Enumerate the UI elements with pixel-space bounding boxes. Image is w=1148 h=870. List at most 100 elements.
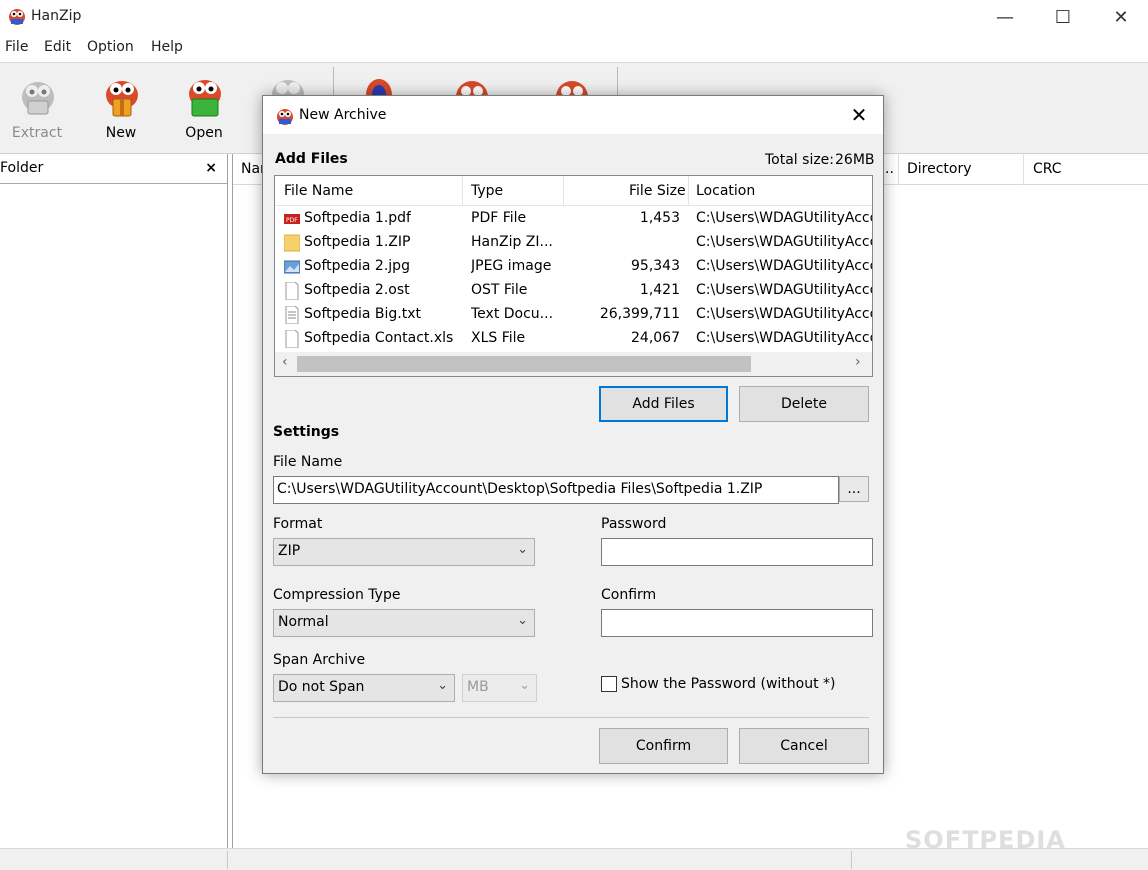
column-truncated[interactable]: .. xyxy=(885,161,894,177)
add-files-button[interactable]: Add Files xyxy=(599,386,728,422)
menu-option[interactable]: Option xyxy=(87,39,134,55)
folder-panel: Folder × xyxy=(0,154,228,848)
compression-type-select[interactable]: Normal ⌄ xyxy=(273,609,535,637)
file-type: HanZip ZI... xyxy=(471,234,553,250)
file-row[interactable]: Softpedia 1.ZIP HanZip ZI... C:\Users\WD… xyxy=(275,231,872,255)
blank-file-icon xyxy=(285,330,299,348)
confirm-button[interactable]: Confirm xyxy=(599,728,728,764)
password-field[interactable] xyxy=(601,538,873,566)
new-button[interactable]: New xyxy=(86,73,156,145)
menu-help[interactable]: Help xyxy=(151,39,183,55)
extract-label: Extract xyxy=(11,125,63,141)
new-label: New xyxy=(105,125,137,141)
file-list[interactable]: File Name Type File Size Location PDF So… xyxy=(274,175,873,377)
file-name: Softpedia Contact.xls xyxy=(304,330,454,346)
show-password-checkbox[interactable] xyxy=(601,676,617,692)
chevron-down-icon: ⌄ xyxy=(437,678,448,693)
status-separator xyxy=(227,851,228,869)
menu-edit[interactable]: Edit xyxy=(44,39,71,55)
column-separator xyxy=(462,176,463,206)
column-directory[interactable]: Directory xyxy=(907,161,972,177)
file-row[interactable]: Softpedia Big.txt Text Docu... 26,399,71… xyxy=(275,303,872,327)
softpedia-watermark: SOFTPEDIA xyxy=(905,826,1066,854)
maximize-button[interactable]: ☐ xyxy=(1034,0,1092,34)
total-size-label: Total size: xyxy=(765,152,835,168)
file-type: OST File xyxy=(471,282,528,298)
span-unit-select: MB ⌄ xyxy=(462,674,537,702)
show-password-label[interactable]: Show the Password (without *) xyxy=(621,676,836,692)
extract-icon xyxy=(22,82,54,115)
column-crc[interactable]: CRC xyxy=(1033,161,1062,177)
chevron-down-icon: ⌄ xyxy=(517,542,528,557)
file-type: JPEG image xyxy=(471,258,552,274)
file-name-label: File Name xyxy=(273,454,343,470)
file-name: Softpedia 2.ost xyxy=(304,282,410,298)
menu-file[interactable]: File xyxy=(5,39,28,55)
svg-text:PDF: PDF xyxy=(286,217,298,224)
file-list-header: File Name Type File Size Location xyxy=(275,176,872,206)
file-location: C:\Users\WDAGUtilityAccc xyxy=(696,330,872,346)
minimize-button[interactable]: — xyxy=(976,0,1034,34)
file-size: 1,453 xyxy=(639,210,680,226)
text-file-icon xyxy=(285,306,299,324)
horizontal-scrollbar[interactable]: ‹ › xyxy=(275,352,872,376)
file-type: Text Docu... xyxy=(471,306,554,322)
folder-panel-title: Folder xyxy=(0,160,44,176)
file-type: PDF File xyxy=(471,210,527,226)
compression-type-value: Normal xyxy=(278,614,329,630)
span-unit-value: MB xyxy=(467,679,489,695)
column-type[interactable]: Type xyxy=(471,183,503,199)
column-file-name[interactable]: File Name xyxy=(284,183,353,199)
file-name: Softpedia 2.jpg xyxy=(304,258,410,274)
file-location: C:\Users\WDAGUtilityAccc xyxy=(696,210,872,226)
file-size: 1,421 xyxy=(639,282,680,298)
file-type: XLS File xyxy=(471,330,526,346)
column-separator xyxy=(688,176,689,206)
column-separator xyxy=(1023,154,1024,185)
file-row[interactable]: Softpedia 2.ost OST File 1,421 C:\Users\… xyxy=(275,279,872,303)
file-location: C:\Users\WDAGUtilityAccc xyxy=(696,306,872,322)
close-button[interactable]: ✕ xyxy=(1092,0,1148,34)
extract-button[interactable]: Extract xyxy=(2,73,72,145)
dialog-close-icon[interactable]: ✕ xyxy=(847,103,871,127)
format-select[interactable]: ZIP ⌄ xyxy=(273,538,535,566)
delete-button[interactable]: Delete xyxy=(739,386,869,422)
span-archive-label: Span Archive xyxy=(273,652,366,668)
file-row[interactable]: Softpedia 2.jpg JPEG image 95,343 C:\Use… xyxy=(275,255,872,279)
chevron-down-icon: ⌄ xyxy=(517,613,528,628)
file-name-field[interactable]: C:\Users\WDAGUtilityAccount\Desktop\Soft… xyxy=(273,476,839,504)
close-icon: ✕ xyxy=(1113,6,1129,28)
dialog-title-bar: New Archive ✕ xyxy=(263,96,883,134)
blank-file-icon xyxy=(285,282,299,300)
browse-button[interactable]: ... xyxy=(839,476,869,502)
zip-file-icon xyxy=(284,234,300,252)
open-archive-icon xyxy=(189,80,221,117)
column-location[interactable]: Location xyxy=(696,183,755,199)
confirm-password-field[interactable] xyxy=(601,609,873,637)
folder-panel-close-icon[interactable]: × xyxy=(205,160,217,176)
column-separator xyxy=(898,154,899,185)
scrollbar-thumb[interactable] xyxy=(297,356,751,372)
file-location: C:\Users\WDAGUtilityAccc xyxy=(696,258,872,274)
scroll-right-icon[interactable]: › xyxy=(855,354,861,370)
chevron-down-icon: ⌄ xyxy=(519,678,530,693)
file-name: Softpedia Big.txt xyxy=(304,306,422,322)
span-archive-select[interactable]: Do not Span ⌄ xyxy=(273,674,455,702)
file-name: Softpedia 1.ZIP xyxy=(304,234,411,250)
file-location: C:\Users\WDAGUtilityAccc xyxy=(696,282,872,298)
dialog-title: New Archive xyxy=(299,107,387,123)
cancel-button[interactable]: Cancel xyxy=(739,728,869,764)
column-separator xyxy=(563,176,564,206)
pdf-file-icon: PDF xyxy=(284,214,300,224)
image-file-icon xyxy=(284,260,300,274)
scroll-left-icon[interactable]: ‹ xyxy=(282,354,288,370)
status-separator xyxy=(851,851,852,869)
file-name: Softpedia 1.pdf xyxy=(304,210,411,226)
minimize-icon: — xyxy=(996,6,1014,28)
file-row[interactable]: Softpedia Contact.xls XLS File 24,067 C:… xyxy=(275,327,872,351)
file-row[interactable]: PDF Softpedia 1.pdf PDF File 1,453 C:\Us… xyxy=(275,207,872,231)
file-size: 26,399,711 xyxy=(599,306,680,322)
app-title: HanZip xyxy=(31,8,82,24)
column-file-size[interactable]: File Size xyxy=(629,183,686,199)
hanzip-logo-icon xyxy=(277,109,293,125)
